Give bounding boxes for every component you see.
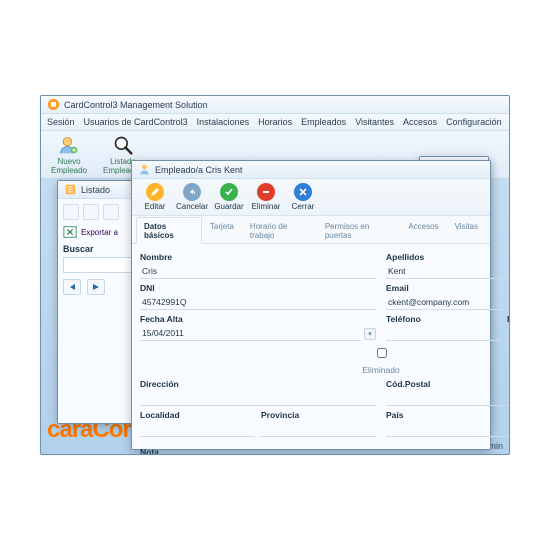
export-label[interactable]: Exportar a xyxy=(81,228,118,237)
menu-configuracion[interactable]: Configuración xyxy=(446,117,502,127)
field-email: Email xyxy=(386,283,510,310)
menu-accesos[interactable]: Accesos xyxy=(403,117,437,127)
apellidos-input[interactable] xyxy=(386,264,510,279)
field-nota: Nota xyxy=(140,447,510,455)
empleado-form: Nombre Apellidos xyxy=(132,244,490,455)
excel-icon xyxy=(63,225,77,239)
tab-datos-basicos[interactable]: Datos básicos xyxy=(136,217,202,244)
editar-label: Editar xyxy=(145,202,166,211)
menu-sesion[interactable]: Sesión xyxy=(47,117,75,127)
nav-first[interactable] xyxy=(63,204,79,220)
eliminado-checkbox[interactable] xyxy=(377,348,387,358)
field-loc-prov: Localidad Provincia xyxy=(140,410,376,437)
fecha-alta-input[interactable] xyxy=(140,326,361,341)
menubar: Sesión Usuarios de CardControl3 Instalac… xyxy=(41,114,509,131)
localidad-input[interactable] xyxy=(140,422,255,437)
eliminar-button[interactable]: Eliminar xyxy=(249,183,283,211)
nav-next[interactable] xyxy=(103,204,119,220)
employee-icon xyxy=(138,163,151,176)
empleado-toolbar: Editar Cancelar Guardar Eliminar Cerrar xyxy=(132,179,490,216)
menu-empleados[interactable]: Empleados xyxy=(301,117,346,127)
tab-permisos[interactable]: Permisos en puertas xyxy=(317,217,401,244)
provincia-input[interactable] xyxy=(261,422,376,437)
eliminar-label: Eliminar xyxy=(252,202,281,211)
search-icon xyxy=(112,135,134,155)
minus-icon xyxy=(261,187,271,197)
cerrar-label: Cerrar xyxy=(292,202,315,211)
email-label: Email xyxy=(386,283,510,293)
codpostal-input[interactable] xyxy=(386,391,510,406)
dni-input[interactable] xyxy=(140,295,376,310)
field-localidad: Localidad xyxy=(140,410,255,437)
extension-label: Extensión xyxy=(507,314,510,324)
apellidos-label: Apellidos xyxy=(386,252,510,262)
nota-label: Nota xyxy=(140,447,510,455)
close-icon xyxy=(298,187,308,197)
pais-label: País xyxy=(386,410,510,420)
menu-visitantes[interactable]: Visitantes xyxy=(355,117,394,127)
field-provincia: Provincia xyxy=(261,410,376,437)
eliminado-label: Eliminado xyxy=(362,365,399,375)
ribbon-nuevo-empleado[interactable]: Nuevo Empleado xyxy=(47,134,91,176)
nombre-label: Nombre xyxy=(140,252,376,262)
localidad-label: Localidad xyxy=(140,410,255,420)
main-window: CardControl3 Management Solution Sesión … xyxy=(40,95,510,455)
main-titlebar[interactable]: CardControl3 Management Solution xyxy=(41,96,509,114)
tab-visitas[interactable]: Visitas xyxy=(447,217,486,244)
field-pais: País xyxy=(386,410,510,437)
field-nombre: Nombre xyxy=(140,252,376,279)
direccion-label: Dirección xyxy=(140,379,376,389)
empleado-title: Empleado/a Cris Kent xyxy=(155,165,243,175)
direccion-input[interactable] xyxy=(140,391,376,406)
guardar-label: Guardar xyxy=(214,202,243,211)
telefono-input[interactable] xyxy=(386,326,501,341)
field-extension: Extensión xyxy=(507,314,510,341)
pencil-icon xyxy=(150,187,160,197)
cancelar-button[interactable]: Cancelar xyxy=(175,183,209,211)
editar-button[interactable]: Editar xyxy=(138,183,172,211)
email-input[interactable] xyxy=(386,295,510,310)
field-dni: DNI xyxy=(140,283,376,310)
ribbon-nuevo-label: Nuevo Empleado xyxy=(48,157,90,175)
dni-label: DNI xyxy=(140,283,376,293)
empleado-window[interactable]: Empleado/a Cris Kent Editar Cancelar Gua… xyxy=(131,160,491,450)
check-icon xyxy=(224,187,234,197)
field-apellidos: Apellidos xyxy=(386,252,510,279)
tab-horario[interactable]: Horario de trabajo xyxy=(242,217,317,244)
extension-input[interactable] xyxy=(507,326,510,341)
pais-input[interactable] xyxy=(386,422,510,437)
cancelar-label: Cancelar xyxy=(176,202,208,211)
menu-usuarios[interactable]: Usuarios de CardControl3 xyxy=(84,117,188,127)
field-tel-ext: Teléfono Extensión xyxy=(386,314,510,341)
date-dropdown[interactable]: ▾ xyxy=(364,328,376,340)
guardar-button[interactable]: Guardar xyxy=(212,183,246,211)
app-title: CardControl3 Management Solution xyxy=(64,100,208,110)
user-add-icon xyxy=(58,135,80,155)
codpostal-label: Cód.Postal xyxy=(386,379,510,389)
tab-accesos[interactable]: Accesos xyxy=(400,217,446,244)
cerrar-button[interactable]: Cerrar xyxy=(286,183,320,211)
nav-prev[interactable] xyxy=(83,204,99,220)
fecha-alta-label: Fecha Alta xyxy=(140,314,376,324)
nombre-input[interactable] xyxy=(140,264,376,279)
tab-tarjeta[interactable]: Tarjeta xyxy=(202,217,242,244)
menu-horarios[interactable]: Horarios xyxy=(258,117,292,127)
empleado-titlebar[interactable]: Empleado/a Cris Kent xyxy=(132,161,490,179)
app-icon xyxy=(47,98,60,111)
listado-title: Listado xyxy=(81,185,110,195)
menu-instalaciones[interactable]: Instalaciones xyxy=(197,117,250,127)
empleado-tabs: Datos básicos Tarjeta Horario de trabajo… xyxy=(132,216,490,244)
field-direccion: Dirección xyxy=(140,379,376,406)
field-codpostal: Cód.Postal xyxy=(386,379,510,406)
listado-icon xyxy=(64,183,77,196)
filter-play-button[interactable] xyxy=(87,279,105,295)
undo-icon xyxy=(187,187,197,197)
field-eliminado: Eliminado xyxy=(140,345,510,375)
provincia-label: Provincia xyxy=(261,410,376,420)
telefono-label: Teléfono xyxy=(386,314,501,324)
field-telefono: Teléfono xyxy=(386,314,501,341)
filter-first-button[interactable] xyxy=(63,279,81,295)
field-fecha-alta: Fecha Alta ▾ xyxy=(140,314,376,341)
